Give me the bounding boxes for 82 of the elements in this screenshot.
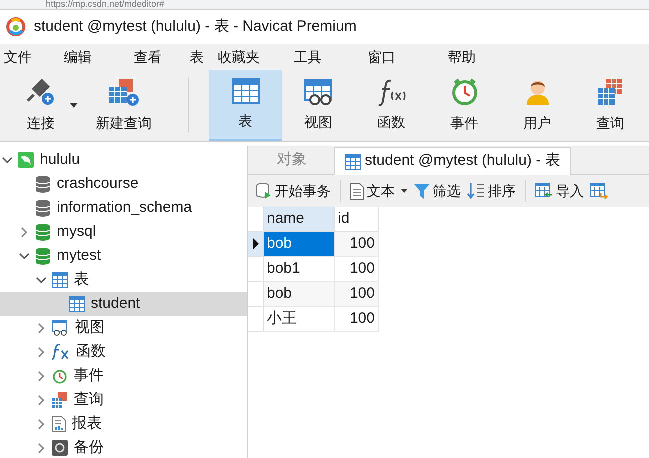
table-cell[interactable]: 100 bbox=[335, 257, 379, 282]
toolbar-button[interactable]: 筛选 bbox=[414, 180, 461, 202]
tree-item[interactable]: 函数 bbox=[0, 340, 247, 364]
toolbar-button[interactable]: 查询 bbox=[574, 70, 647, 141]
view-icon bbox=[304, 78, 334, 106]
toolbar-button[interactable]: 函数 bbox=[355, 70, 428, 141]
tree-item[interactable]: mytest bbox=[0, 244, 247, 268]
toolbar-button[interactable]: 开始事务 bbox=[256, 180, 331, 202]
menu-item[interactable]: 收藏夹 bbox=[214, 44, 290, 70]
function-icon bbox=[376, 78, 406, 106]
app-logo-icon bbox=[6, 17, 26, 37]
tree-item[interactable]: information_schema bbox=[0, 196, 247, 220]
tree-item[interactable]: 表 bbox=[0, 268, 247, 292]
chevron-right-icon[interactable] bbox=[38, 442, 44, 454]
menu-item[interactable]: 帮助 bbox=[444, 44, 504, 70]
table-cell[interactable]: 100 bbox=[335, 282, 379, 307]
menu-item[interactable]: 查看 bbox=[130, 44, 186, 70]
clock-icon bbox=[52, 368, 68, 384]
chevron-right-icon[interactable] bbox=[38, 322, 44, 334]
dolphin-icon bbox=[18, 152, 34, 168]
column-header[interactable]: id bbox=[335, 207, 379, 232]
toolbar-button[interactable]: 导入 bbox=[535, 180, 584, 202]
view-icon bbox=[52, 320, 69, 336]
tree-item[interactable]: 报表 bbox=[0, 412, 247, 436]
table-cell[interactable]: bob1 bbox=[264, 257, 335, 282]
menu-item[interactable]: 表 bbox=[186, 44, 214, 70]
new-query-icon bbox=[107, 77, 141, 107]
toolbar-button[interactable]: 视图 bbox=[282, 70, 355, 141]
toolbar-button[interactable]: 排序 bbox=[467, 180, 516, 202]
tree-item[interactable]: 查询 bbox=[0, 388, 247, 412]
column-header[interactable]: name bbox=[264, 207, 335, 232]
table-cell[interactable]: 小王 bbox=[264, 307, 335, 332]
menu-item[interactable]: 工具 bbox=[290, 44, 364, 70]
toolbar-button[interactable]: 连接 bbox=[8, 70, 74, 141]
clock-icon bbox=[450, 77, 480, 107]
toolbar-button[interactable]: 新建查询 bbox=[80, 70, 168, 141]
menu-item[interactable]: 文件 bbox=[0, 44, 60, 70]
tree-item[interactable]: crashcourse bbox=[0, 172, 247, 196]
chevron-right-icon[interactable] bbox=[38, 370, 44, 382]
document-icon bbox=[350, 182, 364, 200]
window-title: student @mytest (hululu) - 表 - Navicat Premium bbox=[34, 16, 357, 37]
toolbar-button[interactable]: 用户 bbox=[501, 70, 574, 141]
chevron-right-icon[interactable] bbox=[38, 418, 44, 430]
function-icon bbox=[52, 344, 70, 360]
report-icon bbox=[52, 416, 66, 432]
chevron-right-icon[interactable] bbox=[38, 346, 44, 358]
tree-item[interactable]: 视图 bbox=[0, 316, 247, 340]
tree-item[interactable]: student bbox=[0, 292, 247, 316]
menu-item[interactable]: 编辑 bbox=[60, 44, 130, 70]
caret-icon[interactable] bbox=[401, 189, 408, 193]
row-header[interactable] bbox=[248, 232, 264, 257]
table-icon bbox=[232, 77, 260, 105]
toolbar-button[interactable]: 文本 bbox=[350, 180, 395, 202]
chevron-right-icon[interactable] bbox=[20, 226, 28, 238]
backup-icon bbox=[52, 440, 68, 456]
address-bar-url: https://mp.csdn.net/mdeditor# bbox=[46, 0, 165, 9]
tree-item[interactable]: 事件 bbox=[0, 364, 247, 388]
filter-icon bbox=[414, 183, 430, 199]
table-icon bbox=[52, 272, 68, 288]
toolbar-button[interactable]: 事件 bbox=[428, 70, 501, 141]
menu-item[interactable]: 窗口 bbox=[364, 44, 444, 70]
table-cell[interactable]: 100 bbox=[335, 232, 379, 257]
tab[interactable]: student @mytest (hululu) - 表 bbox=[334, 147, 572, 175]
toolbar-button[interactable] bbox=[590, 182, 608, 200]
caret-icon[interactable] bbox=[70, 103, 78, 108]
table-cell[interactable]: 100 bbox=[335, 307, 379, 332]
table-icon bbox=[69, 296, 85, 312]
tree-item[interactable]: mysql bbox=[0, 220, 247, 244]
query-icon bbox=[52, 392, 68, 408]
table-icon bbox=[345, 154, 361, 170]
chevron-down-icon[interactable] bbox=[36, 276, 46, 284]
table-cell[interactable]: bob bbox=[264, 282, 335, 307]
tree-item[interactable]: hululu bbox=[0, 148, 247, 172]
table-cell[interactable]: bob bbox=[264, 232, 335, 257]
chevron-down-icon[interactable] bbox=[18, 252, 30, 260]
toolbar-button[interactable]: 表 bbox=[209, 70, 282, 141]
chevron-down-icon[interactable] bbox=[2, 156, 12, 164]
tree-item[interactable]: 备份 bbox=[0, 436, 247, 458]
current-row-marker-icon bbox=[252, 238, 258, 250]
chevron-right-icon[interactable] bbox=[38, 394, 44, 406]
sort-icon bbox=[467, 182, 485, 200]
database-play-icon bbox=[256, 182, 272, 200]
